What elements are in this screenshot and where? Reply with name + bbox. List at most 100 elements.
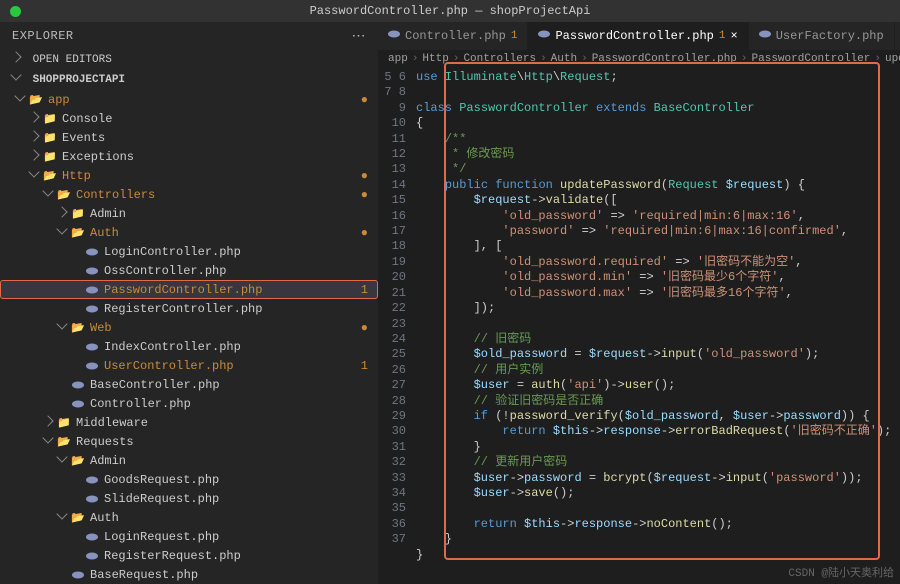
window-title: PasswordController.php — shopProjectApi xyxy=(0,4,900,18)
breadcrumb-item[interactable]: PasswordController.php xyxy=(592,53,737,65)
folder-icon: 📂 xyxy=(70,454,86,468)
php-file-icon xyxy=(538,28,550,44)
file-item[interactable]: UserController.php1 xyxy=(0,356,378,375)
php-file-icon xyxy=(759,28,771,44)
breadcrumb-item[interactable]: Controllers xyxy=(463,53,536,65)
project-section[interactable]: SHOPPROJECTAPI xyxy=(0,70,378,90)
editor-tab[interactable]: Controller.php 1 xyxy=(378,22,528,50)
tree-item-label: RegisterRequest.php xyxy=(104,549,368,563)
breadcrumb-item[interactable]: Auth xyxy=(551,53,577,65)
php-file-icon xyxy=(84,550,100,562)
folder-item[interactable]: 📂 Controllers● xyxy=(0,185,378,204)
php-file-icon xyxy=(84,246,100,258)
folder-item[interactable]: 📂Requests xyxy=(0,432,378,451)
tree-item-label: RegisterController.php xyxy=(104,302,368,316)
folder-icon: 📁 xyxy=(42,131,58,145)
tree-item-label: GoodsRequest.php xyxy=(104,473,368,487)
code-content[interactable]: use Illuminate\Http\Request; class Passw… xyxy=(416,68,886,584)
folder-item[interactable]: 📂 Http● xyxy=(0,166,378,185)
folder-icon: 📁 xyxy=(70,207,86,221)
php-file-icon xyxy=(70,398,86,410)
folder-item[interactable]: 📂Web● xyxy=(0,318,378,337)
file-item[interactable]: Controller.php xyxy=(0,394,378,413)
breadcrumbs[interactable]: app›Http›Controllers›Auth›PasswordContro… xyxy=(378,50,900,68)
file-tree: 📂app● 📁 Console 📁 Events 📁Exceptions 📂 Http● 📂 Co… xyxy=(0,90,378,584)
file-item[interactable]: PasswordController.php1 xyxy=(0,280,378,299)
file-item[interactable]: BaseController.php xyxy=(0,375,378,394)
file-item[interactable]: OssController.php xyxy=(0,261,378,280)
maximize-dot[interactable] xyxy=(10,6,21,17)
tree-item-label: Admin xyxy=(90,207,368,221)
file-item[interactable]: LoginController.php xyxy=(0,242,378,261)
editor-tab[interactable]: auth.php xyxy=(895,22,900,50)
folder-icon: 📁 xyxy=(56,416,72,430)
folder-item[interactable]: 📁 Console xyxy=(0,109,378,128)
tree-item-label: LoginController.php xyxy=(104,245,368,259)
tree-item-label: Events xyxy=(62,131,368,145)
tree-item-label: Console xyxy=(62,112,368,126)
explorer-sidebar: EXPLORER ⋯ OPEN EDITORS SHOPPROJECTAPI 📂… xyxy=(0,22,378,584)
file-item[interactable]: LoginRequest.php xyxy=(0,527,378,546)
modified-badge: 1 xyxy=(511,30,518,42)
chevron-right-icon: › xyxy=(741,53,748,65)
folder-icon: 📂 xyxy=(70,511,86,525)
tree-item-label: Admin xyxy=(90,454,368,468)
editor-tabs: Controller.php 1 PasswordController.php1×U… xyxy=(378,22,900,50)
file-item[interactable]: BaseRequest.php xyxy=(0,565,378,584)
php-file-icon xyxy=(70,569,86,581)
tree-item-label: Controllers xyxy=(76,188,357,202)
code-editor[interactable]: 5 6 7 8 9 10 11 12 13 14 15 16 17 18 19 … xyxy=(378,68,900,584)
file-item[interactable]: SlideRequest.php xyxy=(0,489,378,508)
folder-item[interactable]: 📁Exceptions xyxy=(0,147,378,166)
php-file-icon xyxy=(84,360,100,372)
editor-tab[interactable]: PasswordController.php1× xyxy=(528,22,748,50)
breadcrumb-item[interactable]: PasswordController xyxy=(752,53,871,65)
tree-item-label: BaseController.php xyxy=(90,378,368,392)
breadcrumb-item[interactable]: app xyxy=(388,53,408,65)
modified-dot: ● xyxy=(357,169,368,183)
folder-item[interactable]: 📂 Auth xyxy=(0,508,378,527)
tree-item-label: OssController.php xyxy=(104,264,368,278)
folder-item[interactable]: 📂app● xyxy=(0,90,378,109)
chevron-right-icon: › xyxy=(540,53,547,65)
folder-icon: 📂 xyxy=(42,169,58,183)
tree-item-label: IndexController.php xyxy=(104,340,368,354)
file-item[interactable]: IndexController.php xyxy=(0,337,378,356)
titlebar: PasswordController.php — shopProjectApi xyxy=(0,0,900,22)
watermark: CSDN @陆小天奥利给 xyxy=(788,564,894,580)
php-file-icon xyxy=(388,28,400,44)
php-file-icon xyxy=(84,341,100,353)
folder-item[interactable]: 📁 Events xyxy=(0,128,378,147)
folder-icon: 📁 xyxy=(42,112,58,126)
modified-badge: 1 xyxy=(357,283,368,297)
close-icon[interactable]: × xyxy=(730,29,737,43)
chevron-right-icon: › xyxy=(412,53,419,65)
breadcrumb-item[interactable]: Http xyxy=(422,53,448,65)
folder-icon: 📂 xyxy=(56,188,72,202)
file-item[interactable]: GoodsRequest.php xyxy=(0,470,378,489)
explorer-title: EXPLORER xyxy=(12,29,74,43)
tree-item-label: LoginRequest.php xyxy=(104,530,368,544)
file-item[interactable]: RegisterRequest.php xyxy=(0,546,378,565)
tab-label: PasswordController.php xyxy=(555,29,713,43)
modified-dot: ● xyxy=(357,188,368,202)
php-file-icon xyxy=(84,474,100,486)
tree-item-label: Http xyxy=(62,169,357,183)
traffic-lights[interactable] xyxy=(0,6,21,17)
tree-item-label: Auth xyxy=(90,511,368,525)
open-editors-section[interactable]: OPEN EDITORS xyxy=(0,50,378,70)
folder-item[interactable]: 📂Auth● xyxy=(0,223,378,242)
tree-item-label: SlideRequest.php xyxy=(104,492,368,506)
folder-icon: 📂 xyxy=(56,435,72,449)
tab-label: Controller.php xyxy=(405,29,506,43)
editor-tab[interactable]: UserFactory.php xyxy=(749,22,895,50)
folder-item[interactable]: 📁Middleware xyxy=(0,413,378,432)
folder-item[interactable]: 📁 Admin xyxy=(0,204,378,223)
breadcrumb-item[interactable]: upda xyxy=(885,53,900,65)
folder-icon: 📁 xyxy=(42,150,58,164)
more-icon[interactable]: ⋯ xyxy=(352,28,367,45)
folder-item[interactable]: 📂 Admin xyxy=(0,451,378,470)
php-file-icon xyxy=(70,379,86,391)
php-file-icon xyxy=(84,493,100,505)
file-item[interactable]: RegisterController.php xyxy=(0,299,378,318)
